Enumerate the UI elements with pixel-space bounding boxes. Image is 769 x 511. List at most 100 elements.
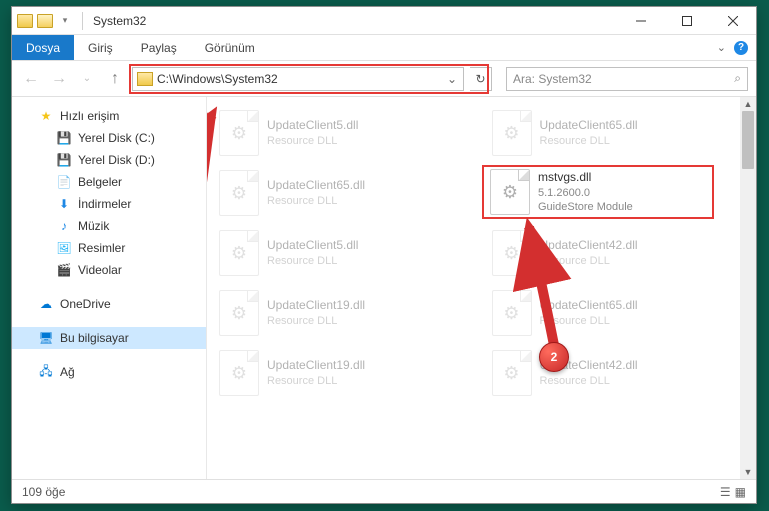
- document-icon: 📄: [56, 174, 72, 190]
- sidebar-item-documents[interactable]: 📄Belgeler: [12, 171, 206, 193]
- file-desc: GuideStore Module: [538, 200, 633, 214]
- close-button[interactable]: [710, 7, 756, 35]
- scroll-down-icon[interactable]: ▼: [740, 465, 756, 479]
- file-name: UpdateClient65.dll: [540, 118, 638, 134]
- drive-icon: 💾: [56, 152, 72, 168]
- help-icon[interactable]: ?: [734, 41, 748, 55]
- tab-share[interactable]: Paylaş: [127, 35, 191, 60]
- file-item[interactable]: ⚙ UpdateClient19.dllResource DLL: [219, 285, 472, 341]
- file-name: UpdateClient65.dll: [540, 298, 638, 314]
- gear-icon: ⚙: [502, 182, 518, 203]
- file-name: mstvgs.dll: [538, 170, 633, 186]
- folder-icon: [16, 12, 34, 30]
- file-name: UpdateClient42.dll: [540, 238, 638, 254]
- sidebar: ★Hızlı erişim 💾Yerel Disk (C:) 💾Yerel Di…: [12, 97, 207, 479]
- tab-home[interactable]: Giriş: [74, 35, 127, 60]
- chevron-down-icon[interactable]: ⌄: [447, 72, 457, 86]
- sidebar-item-pictures[interactable]: 🖼Resimler: [12, 237, 206, 259]
- qat-dropdown-icon[interactable]: ▾: [56, 12, 74, 30]
- up-button[interactable]: ↑: [104, 68, 126, 90]
- sidebar-item-disk-c[interactable]: 💾Yerel Disk (C:): [12, 127, 206, 149]
- network-icon: 🖧: [38, 364, 54, 380]
- dll-icon: ⚙: [492, 110, 532, 156]
- refresh-button[interactable]: ↻: [470, 67, 492, 91]
- qat-icon[interactable]: [36, 12, 54, 30]
- sidebar-item-onedrive[interactable]: ☁OneDrive: [12, 293, 206, 315]
- gear-icon: ⚙: [503, 363, 519, 384]
- file-item[interactable]: ⚙ UpdateClient65.dllResource DLL: [492, 285, 745, 341]
- gear-icon: ⚙: [503, 303, 519, 324]
- dll-icon: ⚙: [492, 350, 532, 396]
- cloud-icon: ☁: [38, 296, 54, 312]
- sidebar-item-network[interactable]: 🖧Ağ: [12, 361, 206, 383]
- search-icon: ⌕: [734, 71, 741, 86]
- minimize-button[interactable]: [618, 7, 664, 35]
- view-tiles-icon[interactable]: ▦: [735, 485, 746, 499]
- file-item[interactable]: ⚙ UpdateClient19.dllResource DLL: [219, 345, 472, 401]
- file-sub: Resource DLL: [540, 134, 638, 148]
- scrollbar[interactable]: ▲ ▼: [740, 97, 756, 479]
- file-sub: Resource DLL: [267, 134, 358, 148]
- gear-icon: ⚙: [231, 303, 247, 324]
- scroll-thumb[interactable]: [742, 111, 754, 169]
- video-icon: 🎬: [56, 262, 72, 278]
- explorer-window: ▾ System32 Dosya Giriş Paylaş Görünüm ⌄ …: [11, 6, 757, 504]
- view-details-icon[interactable]: ☰: [720, 485, 731, 499]
- drive-icon: 💾: [56, 130, 72, 146]
- pc-icon: 🖥: [38, 330, 54, 346]
- sidebar-item-quickaccess[interactable]: ★Hızlı erişim: [12, 105, 206, 127]
- file-item[interactable]: ⚙UpdateClient42.dllResource DLL: [492, 345, 745, 401]
- tab-file[interactable]: Dosya: [12, 35, 74, 60]
- navbar: ← → ⌄ ↑ C:\Windows\System32 ⌄ ↻ Ara: Sys…: [12, 61, 756, 97]
- file-name: UpdateClient5.dll: [267, 118, 358, 134]
- file-name: UpdateClient19.dll: [267, 358, 365, 374]
- dll-icon: ⚙: [219, 350, 259, 396]
- gear-icon: ⚙: [503, 243, 519, 264]
- file-item[interactable]: ⚙UpdateClient5.dllResource DLL: [219, 225, 472, 281]
- file-name: UpdateClient5.dll: [267, 238, 358, 254]
- file-sub: Resource DLL: [267, 374, 365, 388]
- separator: [82, 12, 83, 30]
- sidebar-item-music[interactable]: ♪Müzik: [12, 215, 206, 237]
- search-input[interactable]: Ara: System32 ⌕: [506, 67, 748, 91]
- highlighted-file[interactable]: ⚙ mstvgs.dll 5.1.2600.0 GuideStore Modul…: [482, 165, 714, 219]
- gear-icon: ⚙: [231, 123, 247, 144]
- chevron-down-icon[interactable]: ⌄: [717, 41, 726, 54]
- dll-icon: ⚙: [492, 230, 532, 276]
- sidebar-item-videos[interactable]: 🎬Videolar: [12, 259, 206, 281]
- file-sub: Resource DLL: [540, 374, 638, 388]
- file-sub: Resource DLL: [267, 314, 365, 328]
- file-version: 5.1.2600.0: [538, 186, 633, 200]
- address-bar[interactable]: C:\Windows\System32 ⌄: [132, 67, 464, 91]
- file-sub: Resource DLL: [540, 314, 638, 328]
- address-path: C:\Windows\System32: [157, 72, 443, 86]
- file-grid: ⚙UpdateClient5.dllResource DLL⚙UpdateCli…: [207, 97, 756, 479]
- ribbon-tabs: Dosya Giriş Paylaş Görünüm ⌄ ?: [12, 35, 756, 61]
- sidebar-item-downloads[interactable]: ⬇İndirmeler: [12, 193, 206, 215]
- scroll-up-icon[interactable]: ▲: [740, 97, 756, 111]
- sidebar-item-thispc[interactable]: 🖥Bu bilgisayar: [12, 327, 206, 349]
- dll-icon: ⚙: [219, 290, 259, 336]
- picture-icon: 🖼: [56, 240, 72, 256]
- file-sub: Resource DLL: [267, 194, 365, 208]
- gear-icon: ⚙: [231, 363, 247, 384]
- sidebar-item-disk-d[interactable]: 💾Yerel Disk (D:): [12, 149, 206, 171]
- file-item[interactable]: ⚙ UpdateClient42.dllResource DLL: [492, 225, 745, 281]
- dll-icon: ⚙: [490, 169, 530, 215]
- tab-view[interactable]: Görünüm: [191, 35, 269, 60]
- file-item[interactable]: ⚙ UpdateClient5.dllResource DLL: [219, 105, 472, 161]
- file-sub: Resource DLL: [540, 254, 638, 268]
- recent-dropdown[interactable]: ⌄: [76, 68, 98, 90]
- file-item[interactable]: ⚙UpdateClient65.dllResource DLL: [219, 165, 472, 221]
- gear-icon: ⚙: [231, 243, 247, 264]
- file-item[interactable]: ⚙ UpdateClient65.dllResource DLL: [492, 105, 745, 161]
- content-area: ⚙UpdateClient5.dllResource DLL⚙UpdateCli…: [207, 97, 756, 479]
- forward-button[interactable]: →: [48, 68, 70, 90]
- item-count: 109 öğe: [22, 485, 65, 499]
- maximize-button[interactable]: [664, 7, 710, 35]
- file-name: UpdateClient19.dll: [267, 298, 365, 314]
- callout-2: 2: [539, 342, 569, 372]
- dll-icon: ⚙: [219, 170, 259, 216]
- music-icon: ♪: [56, 218, 72, 234]
- back-button[interactable]: ←: [20, 68, 42, 90]
